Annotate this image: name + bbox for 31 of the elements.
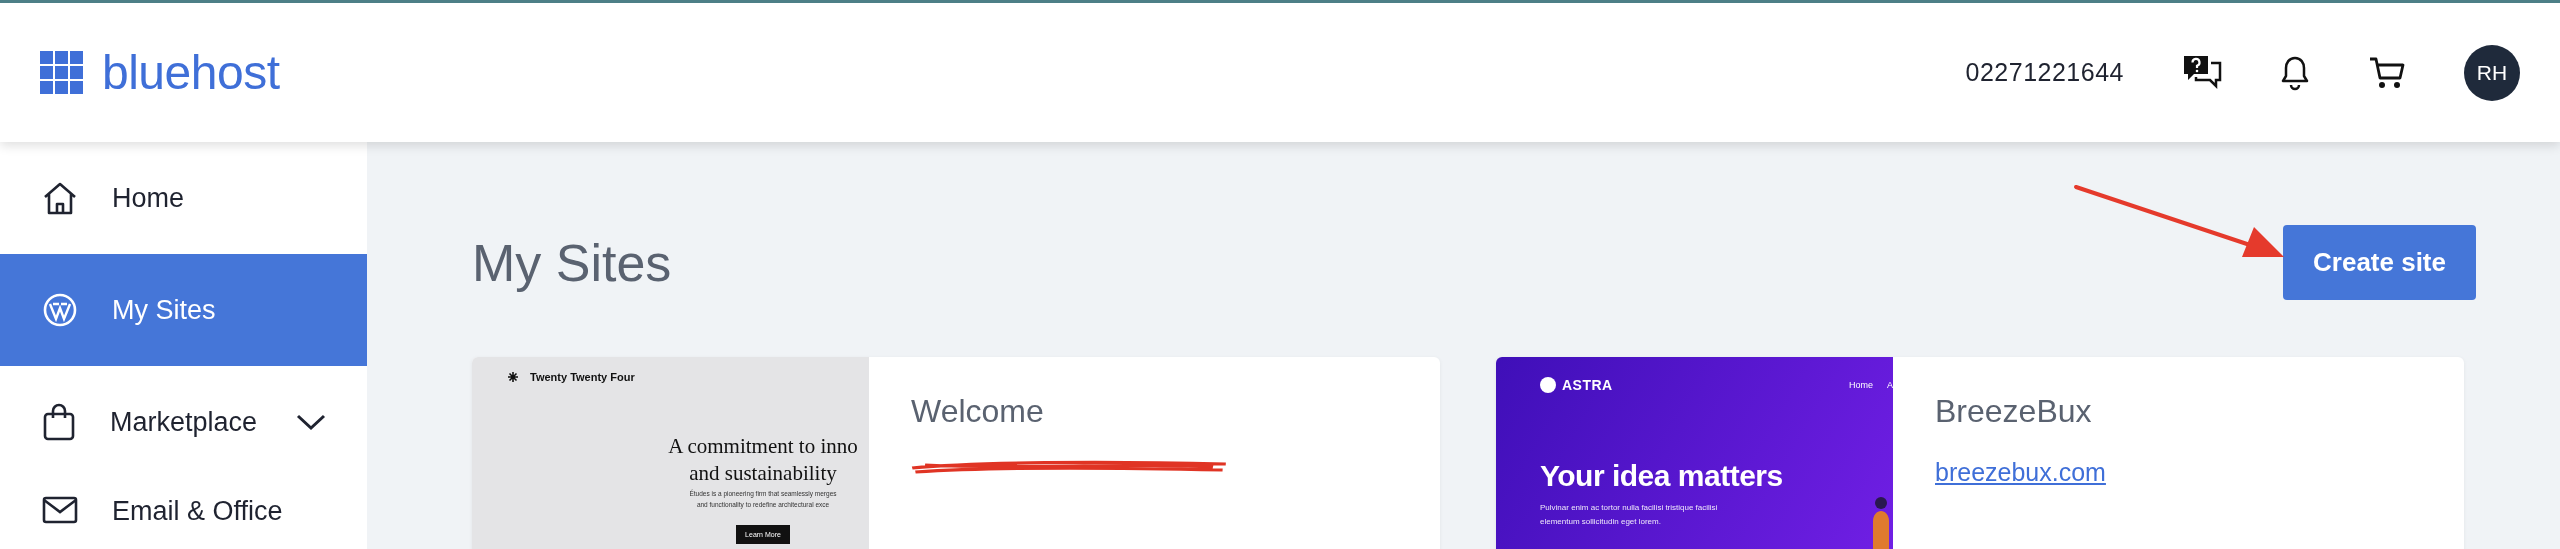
site-name: Welcome <box>911 393 1045 430</box>
site-url-link[interactable]: breezebux.com <box>1935 458 2106 487</box>
home-icon <box>42 181 78 215</box>
preview-body-text: elementum sollicitudin eget lorem. <box>1540 516 1662 529</box>
shopping-bag-icon <box>42 403 76 441</box>
sidebar-item[interactable]: Home <box>0 142 367 254</box>
cart-icon[interactable] <box>2368 55 2406 90</box>
create-site-button[interactable]: Create site <box>2283 225 2476 300</box>
preview-body-text: Pulvinar enim ac tortor nulla facilisi tristique facilisi <box>1540 502 1719 514</box>
site-card[interactable]: ASTRA Home A Your idea matters Pulvinar enim ac tortor nulla facilisi tristique facilisi elementum sollicitudin eget lorem. BreezeBux breezebux.com <box>1496 357 2464 549</box>
mail-icon <box>42 496 78 524</box>
user-avatar[interactable]: RH <box>2464 44 2520 101</box>
phone-number: 02271221644 <box>1965 58 2124 87</box>
sidebar-item[interactable]: Email & Office <box>0 478 367 548</box>
preview-headline: and sustainability <box>689 460 837 488</box>
preview-nav-link: A <box>1887 380 1893 390</box>
wordpress-icon <box>42 292 78 328</box>
sidebar-item[interactable]: Marketplace <box>0 366 367 478</box>
notification-bell-icon[interactable] <box>2280 54 2310 91</box>
logo-text[interactable]: bluehost <box>102 45 280 100</box>
grid-logo-icon <box>40 50 84 95</box>
preview-site-title: Twenty Twenty Four <box>530 371 635 383</box>
preview-brand-logo: ASTRA <box>1540 377 1613 393</box>
preview-headline: A commitment to inno <box>668 433 858 460</box>
preview-headline: Your idea matters <box>1540 459 1784 493</box>
chevron-down-icon[interactable] <box>295 412 328 432</box>
page-title: My Sites <box>472 232 672 293</box>
site-name: BreezeBux <box>1935 393 2093 430</box>
preview-nav-link: Home <box>1848 380 1873 390</box>
sidebar-item[interactable]: My Sites <box>0 254 367 366</box>
asterisk-icon <box>508 372 518 382</box>
